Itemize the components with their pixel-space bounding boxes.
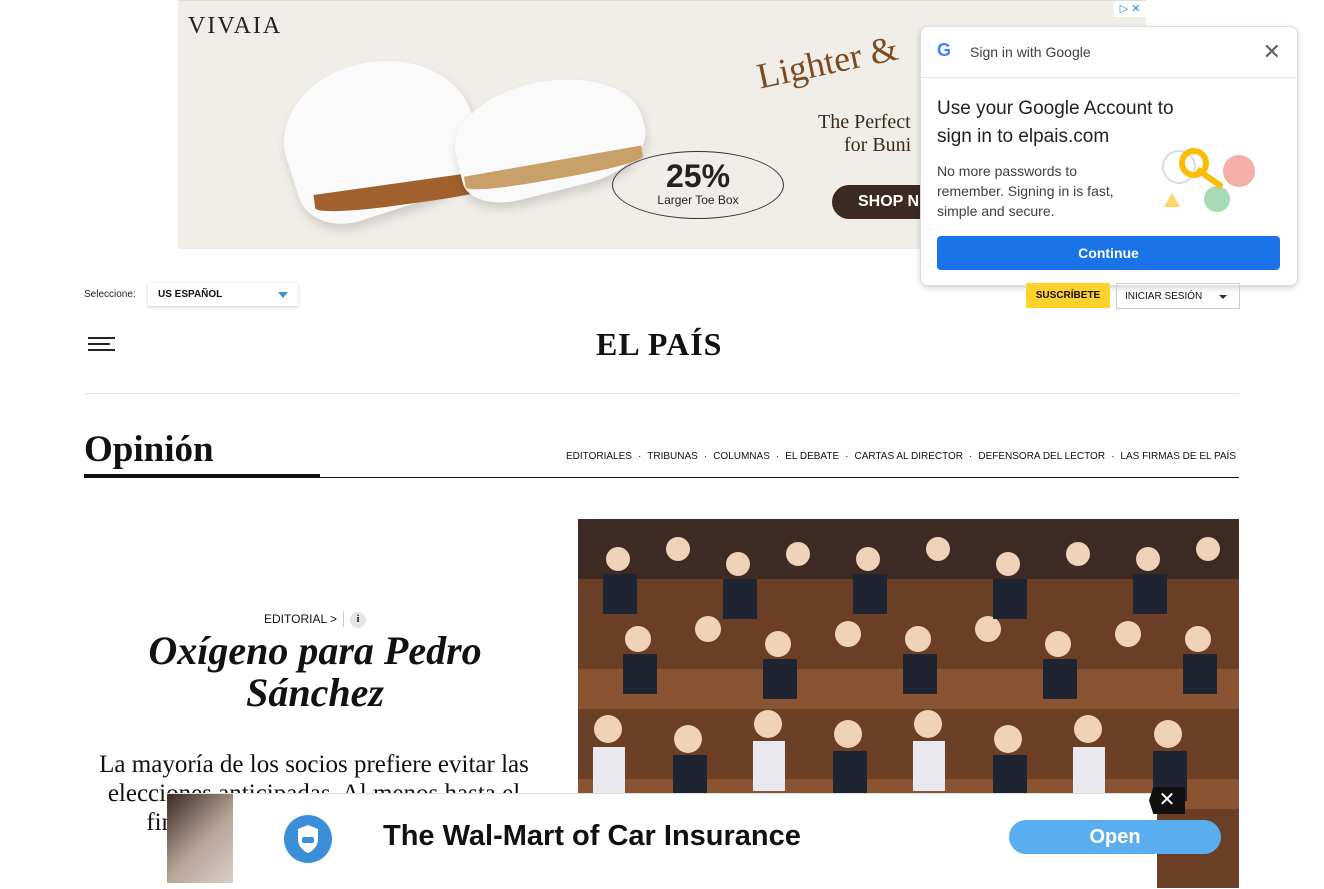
- separator-dot: ·: [775, 451, 780, 462]
- subnav-el-debate[interactable]: EL DEBATE: [785, 451, 839, 462]
- separator-dot: ·: [1111, 451, 1115, 462]
- subnav-columnas[interactable]: COLUMNAS: [713, 451, 770, 462]
- section-title[interactable]: Opinión: [84, 428, 214, 471]
- menu-icon[interactable]: [88, 337, 115, 351]
- ad-open-button[interactable]: Open: [1009, 820, 1221, 854]
- edition-select[interactable]: US ESPAÑOL: [148, 283, 298, 306]
- separator-dot: ·: [969, 451, 973, 462]
- shield-car-icon: [284, 815, 332, 863]
- login-dropdown[interactable]: INICIAR SESIÓN: [1116, 283, 1240, 309]
- ad-tagline-2: for Buni: [844, 134, 912, 156]
- separator-dot: ·: [703, 451, 708, 462]
- bottom-sticky-ad[interactable]: The Wal-Mart of Car Insurance Open: [167, 793, 1221, 889]
- site-logo[interactable]: EL PAÍS: [596, 326, 722, 363]
- header-divider: [84, 393, 1239, 394]
- section-underline: [84, 474, 320, 478]
- popup-close-icon[interactable]: ✕: [1263, 39, 1281, 65]
- info-icon[interactable]: i: [350, 612, 366, 628]
- subnav-tribunas[interactable]: TRIBUNAS: [647, 451, 698, 462]
- subnav-cartas[interactable]: CARTAS AL DIRECTOR: [854, 451, 963, 462]
- edition-select-label: Seleccione:: [84, 289, 136, 300]
- section-rule: [320, 477, 1239, 478]
- subscribe-button[interactable]: SUSCRÍBETE: [1026, 283, 1110, 308]
- google-signin-popup: G Sign in with Google ✕ Use your Google …: [920, 26, 1298, 286]
- article-headline[interactable]: Oxígeno para Pedro Sánchez: [100, 630, 530, 714]
- ad-close-icon[interactable]: ✕: [1149, 787, 1185, 814]
- ad-tagline-1: The Perfect: [818, 111, 911, 133]
- ad-headline[interactable]: The Wal-Mart of Car Insurance: [383, 820, 801, 853]
- subnav-editoriales[interactable]: EDITORIALES: [566, 451, 632, 462]
- popup-header: G Sign in with Google ✕: [921, 27, 1297, 78]
- section-subnav: EDITORIALES · TRIBUNAS · COLUMNAS · EL DEBATE ·…: [566, 451, 1236, 462]
- separator-dot: ·: [637, 451, 642, 462]
- edition-select-value: US ESPAÑOL: [158, 289, 223, 300]
- chevron-down-icon: [278, 292, 288, 298]
- key-illustration-icon: [1162, 148, 1255, 212]
- popup-description: No more passwords to remember. Signing i…: [937, 163, 1114, 219]
- ad-badge-subtitle: Larger Toe Box: [657, 193, 739, 207]
- article-kicker[interactable]: EDITORIAL >: [264, 612, 337, 626]
- adchoices-icon[interactable]: ▷ ✕: [1114, 1, 1146, 17]
- continue-button[interactable]: Continue: [937, 236, 1280, 270]
- ad-shoe-image: [265, 21, 655, 241]
- separator-dot: ·: [845, 451, 849, 462]
- ad-badge: 25% Larger Toe Box: [612, 151, 784, 219]
- ad-badge-percent: 25%: [665, 158, 731, 194]
- ad-thumbnail-image: [167, 794, 233, 883]
- login-label: INICIAR SESIÓN: [1125, 291, 1203, 302]
- ad-brand-logo: VIVAIA: [188, 13, 283, 39]
- kicker-divider: [343, 611, 344, 627]
- caret-down-icon: [1219, 295, 1227, 299]
- ad-headline: Lighter &: [753, 27, 902, 97]
- subnav-defensora[interactable]: DEFENSORA DEL LECTOR: [978, 451, 1105, 462]
- popup-header-text: Sign in with Google: [970, 44, 1091, 60]
- subnav-firmas[interactable]: LAS FIRMAS DE EL PAÍS: [1120, 451, 1236, 462]
- google-logo-icon: G: [937, 40, 952, 60]
